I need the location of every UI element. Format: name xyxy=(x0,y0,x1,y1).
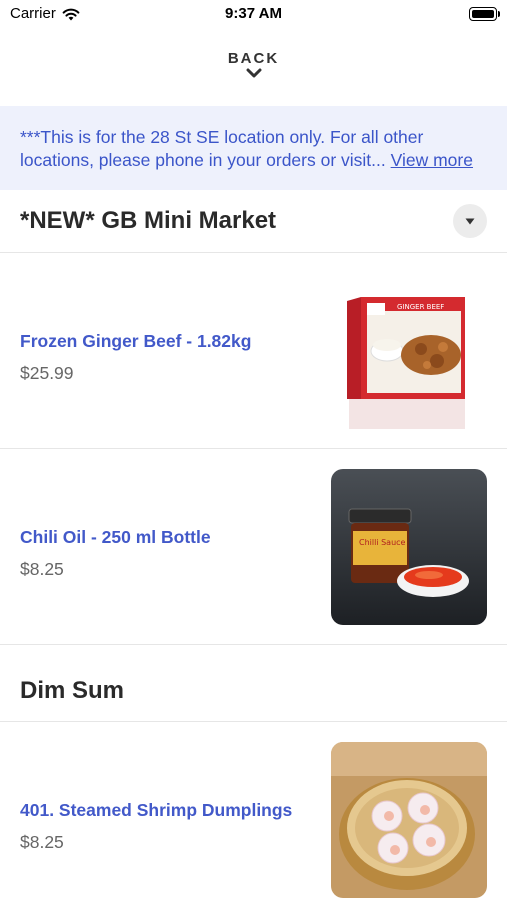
status-time: 9:37 AM xyxy=(225,5,282,22)
battery-icon xyxy=(469,7,500,21)
section-title-dim-sum: Dim Sum xyxy=(20,677,125,704)
item-price: $8.25 xyxy=(20,832,64,852)
item-price: $25.99 xyxy=(20,363,74,383)
item-price: $8.25 xyxy=(20,559,64,579)
item-name: Chili Oil - 250 ml Bottle xyxy=(20,527,211,547)
menu-item[interactable]: Chili Oil - 250 ml Bottle $8.25 Chilli S… xyxy=(0,449,507,644)
caret-down-icon xyxy=(465,218,475,224)
menu-item[interactable]: Frozen Ginger Beef - 1.82kg $25.99 GINGE… xyxy=(0,253,507,448)
item-name: 401. Steamed Shrimp Dumplings xyxy=(20,800,293,820)
chili-oil-image: Chilli Sauce xyxy=(331,469,487,625)
view-more-link[interactable]: View more xyxy=(391,150,473,170)
chevron-down-icon xyxy=(246,68,261,78)
ginger-beef-image: GINGER BEEF xyxy=(331,273,487,429)
shrimp-dumplings-image xyxy=(331,742,487,898)
category-dropdown-button[interactable] xyxy=(453,204,487,238)
item-name: Frozen Ginger Beef - 1.82kg xyxy=(20,331,252,351)
location-notice: ***This is for the 28 St SE location onl… xyxy=(0,106,507,190)
back-button[interactable]: BACK xyxy=(0,50,507,81)
divider xyxy=(0,644,507,645)
menu-item[interactable]: 401. Steamed Shrimp Dumplings $8.25 xyxy=(0,722,507,917)
back-label: BACK xyxy=(227,50,280,67)
section-title-mini-market: *NEW* GB Mini Market xyxy=(20,207,277,234)
notice-text: ***This is for the 28 St SE location onl… xyxy=(20,127,424,170)
svg-text:GINGER BEEF: GINGER BEEF xyxy=(397,303,444,311)
status-bar: Carrier 9:37 AM xyxy=(0,0,507,28)
svg-text:Chilli Sauce: Chilli Sauce xyxy=(359,538,406,547)
